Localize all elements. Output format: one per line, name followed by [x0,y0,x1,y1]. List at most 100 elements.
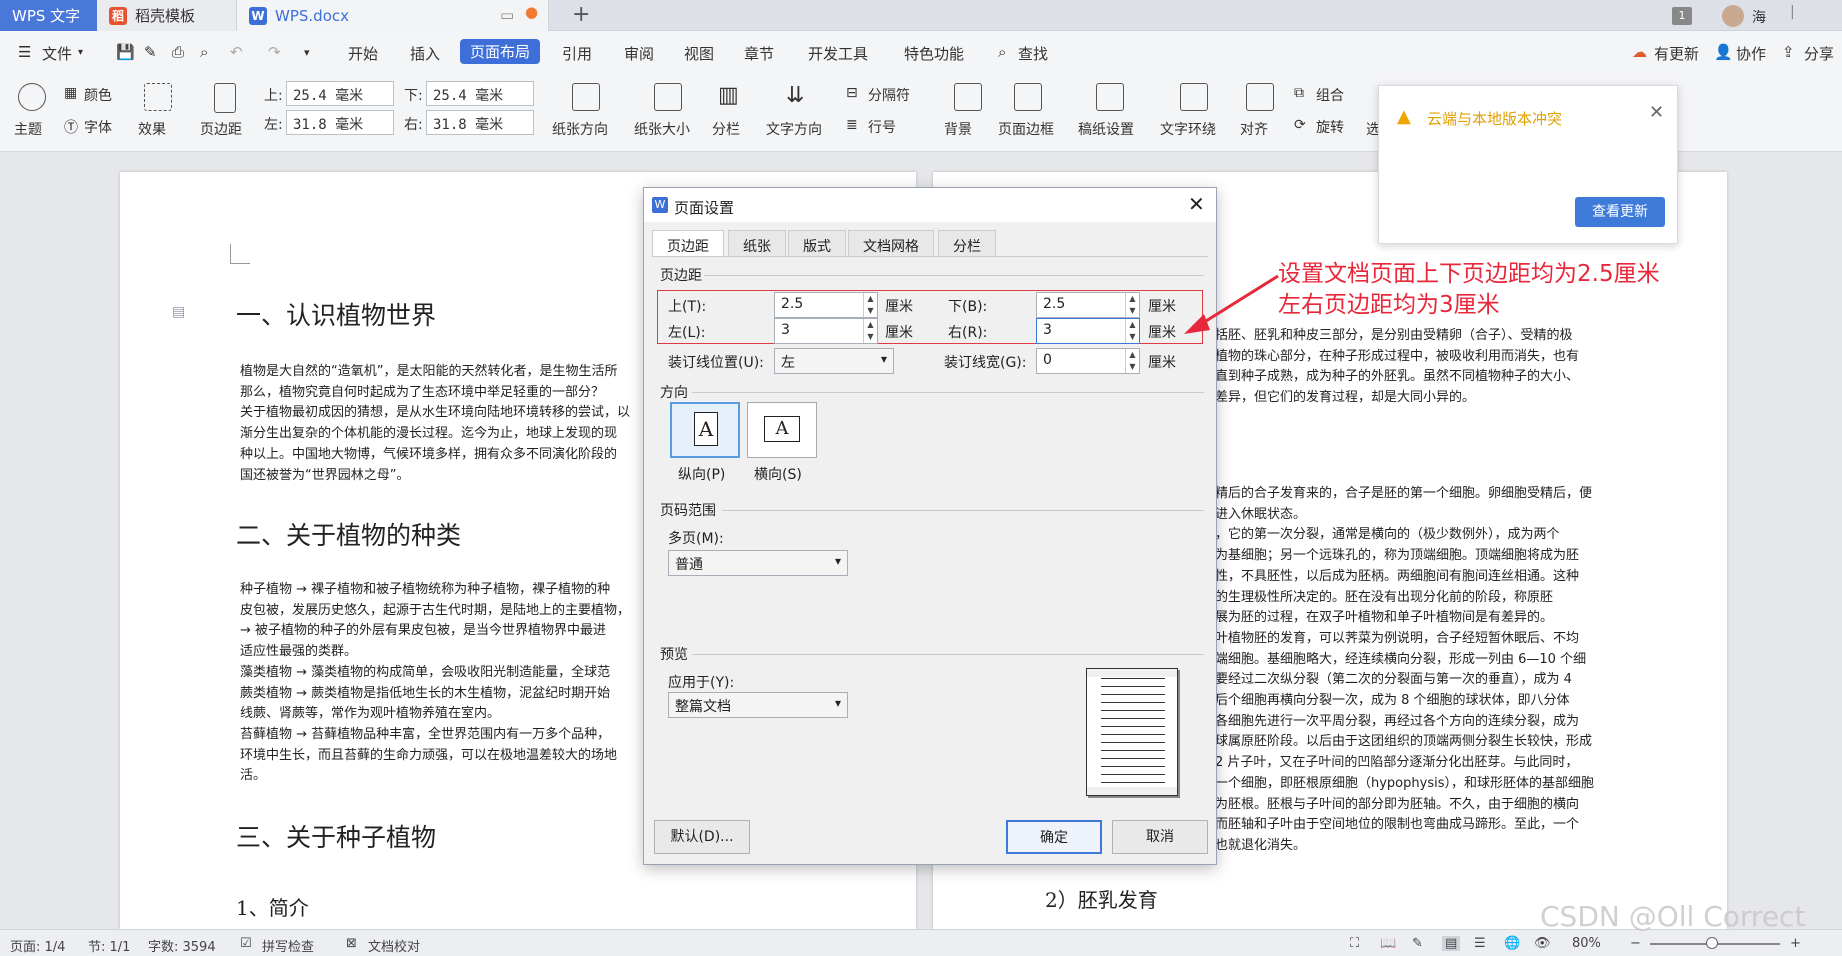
paragraph-icon[interactable]: ▤ [172,304,185,320]
avatar[interactable] [1722,5,1744,27]
proofread-icon[interactable]: ⊠ [346,936,357,951]
right-margin-field[interactable]: 3 ▲ ▼ [1036,318,1140,344]
portrait-option[interactable]: A [670,402,740,458]
right-margin-input[interactable]: 31.8 毫米 [426,110,534,135]
theme-icon[interactable] [18,83,46,111]
menu-view[interactable]: 视图 [684,43,714,64]
page-count[interactable]: 页面: 1/4 [10,936,65,955]
text-wrap-icon[interactable] [1180,83,1208,111]
cancel-button[interactable]: 取消 [1112,820,1208,854]
page-view-icon[interactable]: ▤ [1442,936,1461,951]
update-label[interactable]: 有更新 [1654,43,1699,64]
zoom-out-icon[interactable]: − [1630,936,1641,951]
multi-page-select[interactable]: 普通 [668,550,848,576]
separator-icon[interactable]: ⊟ [846,85,858,101]
cloud-update-icon[interactable]: ☁ [1632,43,1647,61]
web-view-icon[interactable]: 🌐 [1504,936,1520,951]
paper-size-button[interactable]: 纸张大小 [634,119,690,139]
text-direction-icon[interactable]: ⇊ [786,83,804,108]
menu-search[interactable]: 查找 [1018,43,1048,64]
window-count-badge[interactable]: 1 [1672,7,1692,25]
menu-start[interactable]: 开始 [348,43,378,64]
share-icon[interactable]: ⇪ [1782,43,1795,61]
fullscreen-icon[interactable]: ⛶ [1350,936,1359,951]
columns-button[interactable]: 分栏 [712,119,740,139]
right-spinner[interactable]: ▲ ▼ [1125,319,1139,343]
left-margin-field[interactable]: 3 ▲ ▼ [774,318,878,344]
zoom-level[interactable]: 80% [1572,936,1601,951]
grid-paper-button[interactable]: 稿纸设置 [1078,119,1134,139]
top-margin-input[interactable]: 25.4 毫米 [286,81,394,106]
margin-button[interactable]: 页边距 [200,119,242,139]
align-button[interactable]: 对齐 [1240,119,1268,139]
grid-paper-icon[interactable] [1096,83,1124,111]
gutter-width-field[interactable]: 0 ▲ ▼ [1036,348,1140,374]
save-icon[interactable]: 💾 [116,43,135,61]
group-button[interactable]: 组合 [1316,85,1344,105]
read-mode-icon[interactable]: 📖 [1380,936,1396,951]
background-button[interactable]: 背景 [944,119,972,139]
apply-to-select[interactable]: 整篇文档 [668,692,848,718]
collab-icon[interactable]: 👤 [1714,43,1733,61]
redo-icon[interactable]: ↷ [268,43,281,61]
share-label[interactable]: 分享 [1804,43,1834,64]
menu-devtools[interactable]: 开发工具 [808,43,868,64]
tab-document[interactable]: W WPS.docx ▭ ● [237,0,549,31]
page-border-button[interactable]: 页面边框 [998,119,1054,139]
format-painter-icon[interactable]: ✎ [144,43,157,61]
zoom-slider-handle[interactable] [1706,937,1718,949]
new-tab-icon[interactable]: + [572,2,590,27]
eye-protect-icon[interactable]: 👁 [1534,936,1551,951]
palette-icon[interactable]: ▦ [64,85,77,101]
word-count[interactable]: 字数: 3594 [148,936,216,955]
columns-icon[interactable]: ▥ [718,83,739,108]
menu-page-layout[interactable]: 页面布局 [460,39,541,64]
tab-template[interactable]: 稻稻壳模板 [97,0,237,31]
notice-close-icon[interactable]: ✕ [1649,102,1664,123]
right-unit[interactable]: 厘米 [1148,322,1176,342]
top-unit[interactable]: 厘米 [885,296,913,316]
line-number-button[interactable]: 行号 [868,117,896,137]
tab-paper[interactable]: 纸张 [728,230,786,257]
menu-reference[interactable]: 引用 [562,43,592,64]
spell-check-button[interactable]: 拼写检查 [262,936,314,955]
menu-review[interactable]: 审阅 [624,43,654,64]
close-icon[interactable]: ✕ [1188,192,1205,216]
orientation-button[interactable]: 纸张方向 [552,119,608,139]
left-spinner[interactable]: ▲ ▼ [863,319,877,343]
font-theme-icon[interactable]: Ⓣ [64,117,78,137]
separator-button[interactable]: 分隔符 [868,85,910,105]
line-number-icon[interactable]: ≣ [846,117,858,133]
landscape-label[interactable]: 横向(S) [754,464,802,484]
tab-margins[interactable]: 页边距 [652,230,724,257]
tab-columns[interactable]: 分栏 [938,230,996,257]
quick-access-more-icon[interactable]: ▾ [304,46,310,59]
default-button[interactable]: 默认(D)... [654,820,750,854]
chevron-down-icon[interactable]: ▾ [78,47,83,58]
bottom-margin-input[interactable]: 25.4 毫米 [426,81,534,106]
font-button[interactable]: 字体 [84,117,112,137]
proofread-button[interactable]: 文档校对 [368,936,420,955]
bottom-spinner[interactable]: ▲ ▼ [1125,293,1139,317]
margin-icon[interactable] [214,83,236,113]
menu-icon[interactable]: ☰ [18,43,31,61]
gutter-position-select[interactable]: 左 [774,348,894,374]
orientation-icon[interactable] [572,83,600,111]
paper-size-icon[interactable] [654,83,682,111]
top-margin-field[interactable]: 2.5 ▲ ▼ [774,292,878,318]
left-unit[interactable]: 厘米 [885,322,913,342]
gutter-unit[interactable]: 厘米 [1148,352,1176,372]
menu-insert[interactable]: 插入 [410,43,440,64]
collab-label[interactable]: 协作 [1736,43,1766,64]
menu-chapter[interactable]: 章节 [744,43,774,64]
text-wrap-button[interactable]: 文字环绕 [1160,119,1216,139]
monitor-icon[interactable]: ▭ [500,6,514,24]
zoom-in-icon[interactable]: + [1790,936,1801,951]
tab-doc-grid[interactable]: 文档网格 [848,230,934,257]
undo-icon[interactable]: ↶ [230,43,243,61]
portrait-label[interactable]: 纵向(P) [678,464,725,484]
text-direction-button[interactable]: 文字方向 [766,119,822,139]
effect-icon[interactable] [144,83,172,111]
view-update-button[interactable]: 查看更新 [1575,197,1665,227]
tab-layout[interactable]: 版式 [788,230,846,257]
